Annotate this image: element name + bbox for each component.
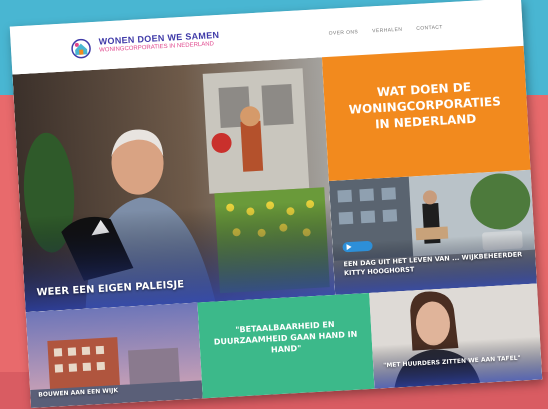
main-nav: OVER ONS VERHALEN CONTACT [328, 24, 443, 36]
orange-heading: WAT DOEN DE WONINGCORPORATIES IN NEDERLA… [348, 79, 502, 132]
video-play-icon[interactable] [342, 240, 373, 253]
portrait-tile[interactable]: "MET HUURDERS ZITTEN WE AAN TAFEL" [369, 283, 543, 389]
nav-item-verhalen[interactable]: VERHALEN [372, 27, 402, 35]
website-screenshot: WONEN DOEN WE SAMEN WONINGCORPORATIES IN… [9, 0, 543, 408]
nav-item-over-ons[interactable]: OVER ONS [328, 29, 358, 37]
hero-photo [12, 57, 336, 313]
nav-item-contact[interactable]: CONTACT [416, 24, 443, 31]
quote-tile[interactable]: "BETAALBAARHEID EN DUURZAAMHEID GAAN HAN… [197, 292, 375, 399]
house-logo-icon[interactable] [71, 38, 92, 59]
orange-heading-tile[interactable]: WAT DOEN DE WONINGCORPORATIES IN NEDERLA… [321, 45, 531, 182]
brand[interactable]: WONEN DOEN WE SAMEN WONINGCORPORATIES IN… [98, 30, 219, 54]
quote-text: "BETAALBAARHEID EN DUURZAAMHEID GAAN HAN… [213, 319, 358, 355]
portrait-photo [369, 283, 543, 389]
city-tile[interactable]: BOUWEN AAN EEN WIJK [25, 302, 203, 408]
street-video-tile[interactable]: EEN DAG UIT HET LEVEN VAN ... WIJKBEHEER… [328, 169, 537, 295]
hero-tile[interactable]: WEER EEN EIGEN PALEISJE [12, 57, 336, 313]
